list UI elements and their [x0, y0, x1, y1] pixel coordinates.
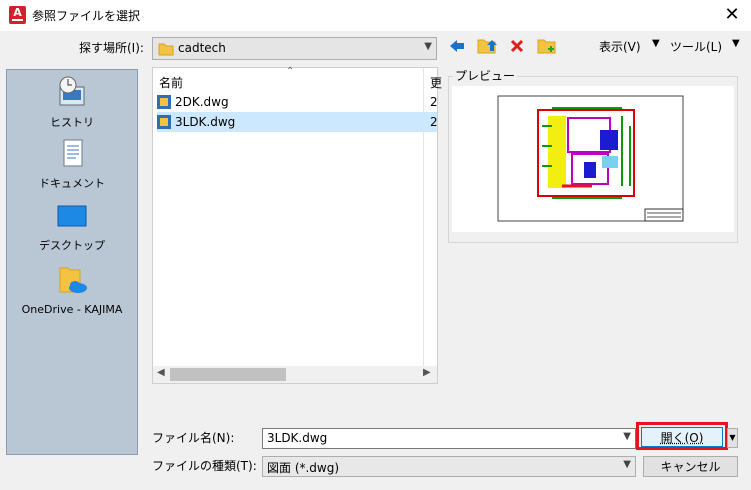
folder-icon [158, 43, 174, 56]
chevron-down-icon[interactable]: ▼ [424, 41, 432, 52]
close-button[interactable]: ✕ [713, 0, 751, 31]
place-desktop[interactable]: デスクトップ [7, 202, 137, 253]
scroll-left-icon[interactable]: ◀ [157, 367, 165, 378]
view-dropdown-icon[interactable]: ▼ [652, 38, 660, 49]
scroll-thumb[interactable] [170, 368, 286, 381]
chevron-down-icon[interactable]: ▼ [623, 431, 631, 442]
window-title: 参照ファイルを選択 [32, 9, 141, 23]
place-label: ドキュメント [39, 177, 105, 190]
dwg-file-icon [157, 115, 171, 129]
places-bar: ヒストリ ドキュメント デスクトップ OneDrive - KAJIMA [6, 69, 138, 455]
filetype-label: ファイルの種類(T): [152, 459, 257, 473]
cancel-button[interactable]: キャンセル [643, 456, 738, 477]
filename-label: ファイル名(N): [152, 431, 235, 445]
column-header-name[interactable]: 名前 [159, 74, 183, 91]
tools-menu[interactable]: ツール(L) [670, 38, 722, 55]
preview-label: プレビュー [453, 67, 518, 84]
place-label: OneDrive - KAJIMA [21, 303, 123, 316]
preview-pane [452, 86, 734, 232]
lookin-label: 探す場所(I): [79, 41, 144, 55]
place-documents[interactable]: ドキュメント [7, 138, 137, 191]
back-arrow-icon[interactable] [448, 38, 466, 54]
desktop-icon [57, 205, 87, 227]
lookin-combo[interactable]: cadtech ▼ [152, 37, 437, 60]
file-col2: 2 [430, 95, 438, 109]
place-label: ヒストリ [50, 116, 94, 129]
file-col2: 2 [430, 115, 438, 129]
chevron-down-icon[interactable]: ▼ [623, 459, 631, 470]
file-row[interactable]: 2DK.dwg 2 [157, 92, 438, 112]
new-folder-icon[interactable] [537, 36, 557, 54]
dwg-file-icon [157, 95, 171, 109]
onedrive-icon [59, 267, 87, 293]
filename-value: 3LDK.dwg [267, 431, 328, 445]
floorplan-thumbnail [497, 95, 684, 222]
filetype-combo[interactable]: 図面 (*.dwg) ▼ [262, 456, 636, 477]
documents-icon [63, 139, 83, 167]
place-history[interactable]: ヒストリ [7, 75, 137, 130]
tools-dropdown-icon[interactable]: ▼ [732, 38, 740, 49]
view-menu[interactable]: 表示(V) [599, 38, 641, 55]
file-row-selected[interactable]: 3LDK.dwg 2 [157, 112, 438, 132]
place-label: デスクトップ [39, 239, 105, 252]
highlight-box [636, 422, 728, 450]
horizontal-scrollbar[interactable]: ◀ ▶ [153, 366, 437, 383]
place-onedrive[interactable]: OneDrive - KAJIMA [7, 262, 137, 316]
filetype-value: 図面 (*.dwg) [267, 461, 340, 475]
history-icon [59, 76, 85, 106]
column-header-date[interactable]: 更 [430, 74, 442, 91]
file-name: 2DK.dwg [175, 95, 229, 109]
delete-icon[interactable] [509, 38, 525, 54]
filename-input[interactable]: 3LDK.dwg ▼ [262, 428, 636, 449]
scroll-right-icon[interactable]: ▶ [423, 367, 431, 378]
file-list[interactable]: ⌃ 名前 更 2DK.dwg 2 3LDK.dwg 2 ◀ ▶ [152, 66, 442, 384]
autocad-app-icon: A [9, 6, 26, 24]
title-bar: A 参照ファイルを選択 ✕ [0, 0, 751, 31]
lookin-value: cadtech [178, 41, 226, 55]
file-name: 3LDK.dwg [175, 115, 236, 129]
sort-arrow-icon: ⌃ [286, 66, 295, 77]
up-folder-icon[interactable] [477, 36, 497, 54]
open-options-dropdown[interactable]: ▼ [727, 428, 738, 448]
